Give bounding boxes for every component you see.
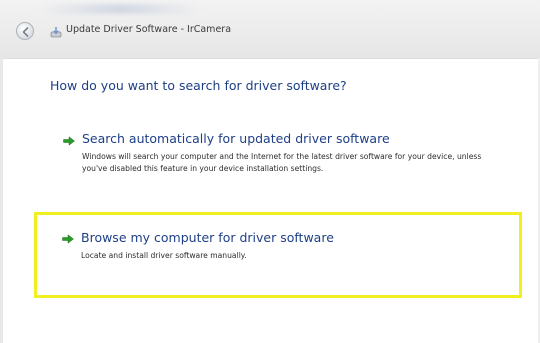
browse-computer-option[interactable]: Browse my computer for driver software L… — [34, 212, 522, 298]
page-heading: How do you want to search for driver sof… — [50, 78, 347, 93]
search-automatically-title: Search automatically for updated driver … — [82, 131, 390, 146]
search-automatically-option[interactable]: Search automatically for updated driver … — [50, 118, 510, 210]
search-automatically-description: Windows will search your computer and th… — [82, 152, 482, 173]
title-bar: Update Driver Software - IrCamera — [0, 0, 540, 59]
window-title: Update Driver Software - IrCamera — [66, 24, 232, 35]
browse-computer-title: Browse my computer for driver software — [81, 230, 334, 245]
window-left-border — [0, 58, 3, 343]
green-arrow-icon — [63, 136, 75, 146]
title-bar-glare — [40, 4, 200, 14]
back-arrow-icon — [22, 27, 29, 37]
back-button[interactable] — [16, 22, 34, 40]
browse-computer-description: Locate and install driver software manua… — [81, 251, 247, 260]
driver-install-icon — [50, 27, 62, 38]
update-driver-dialog: Update Driver Software - IrCamera How do… — [0, 0, 540, 343]
green-arrow-icon — [62, 234, 74, 244]
